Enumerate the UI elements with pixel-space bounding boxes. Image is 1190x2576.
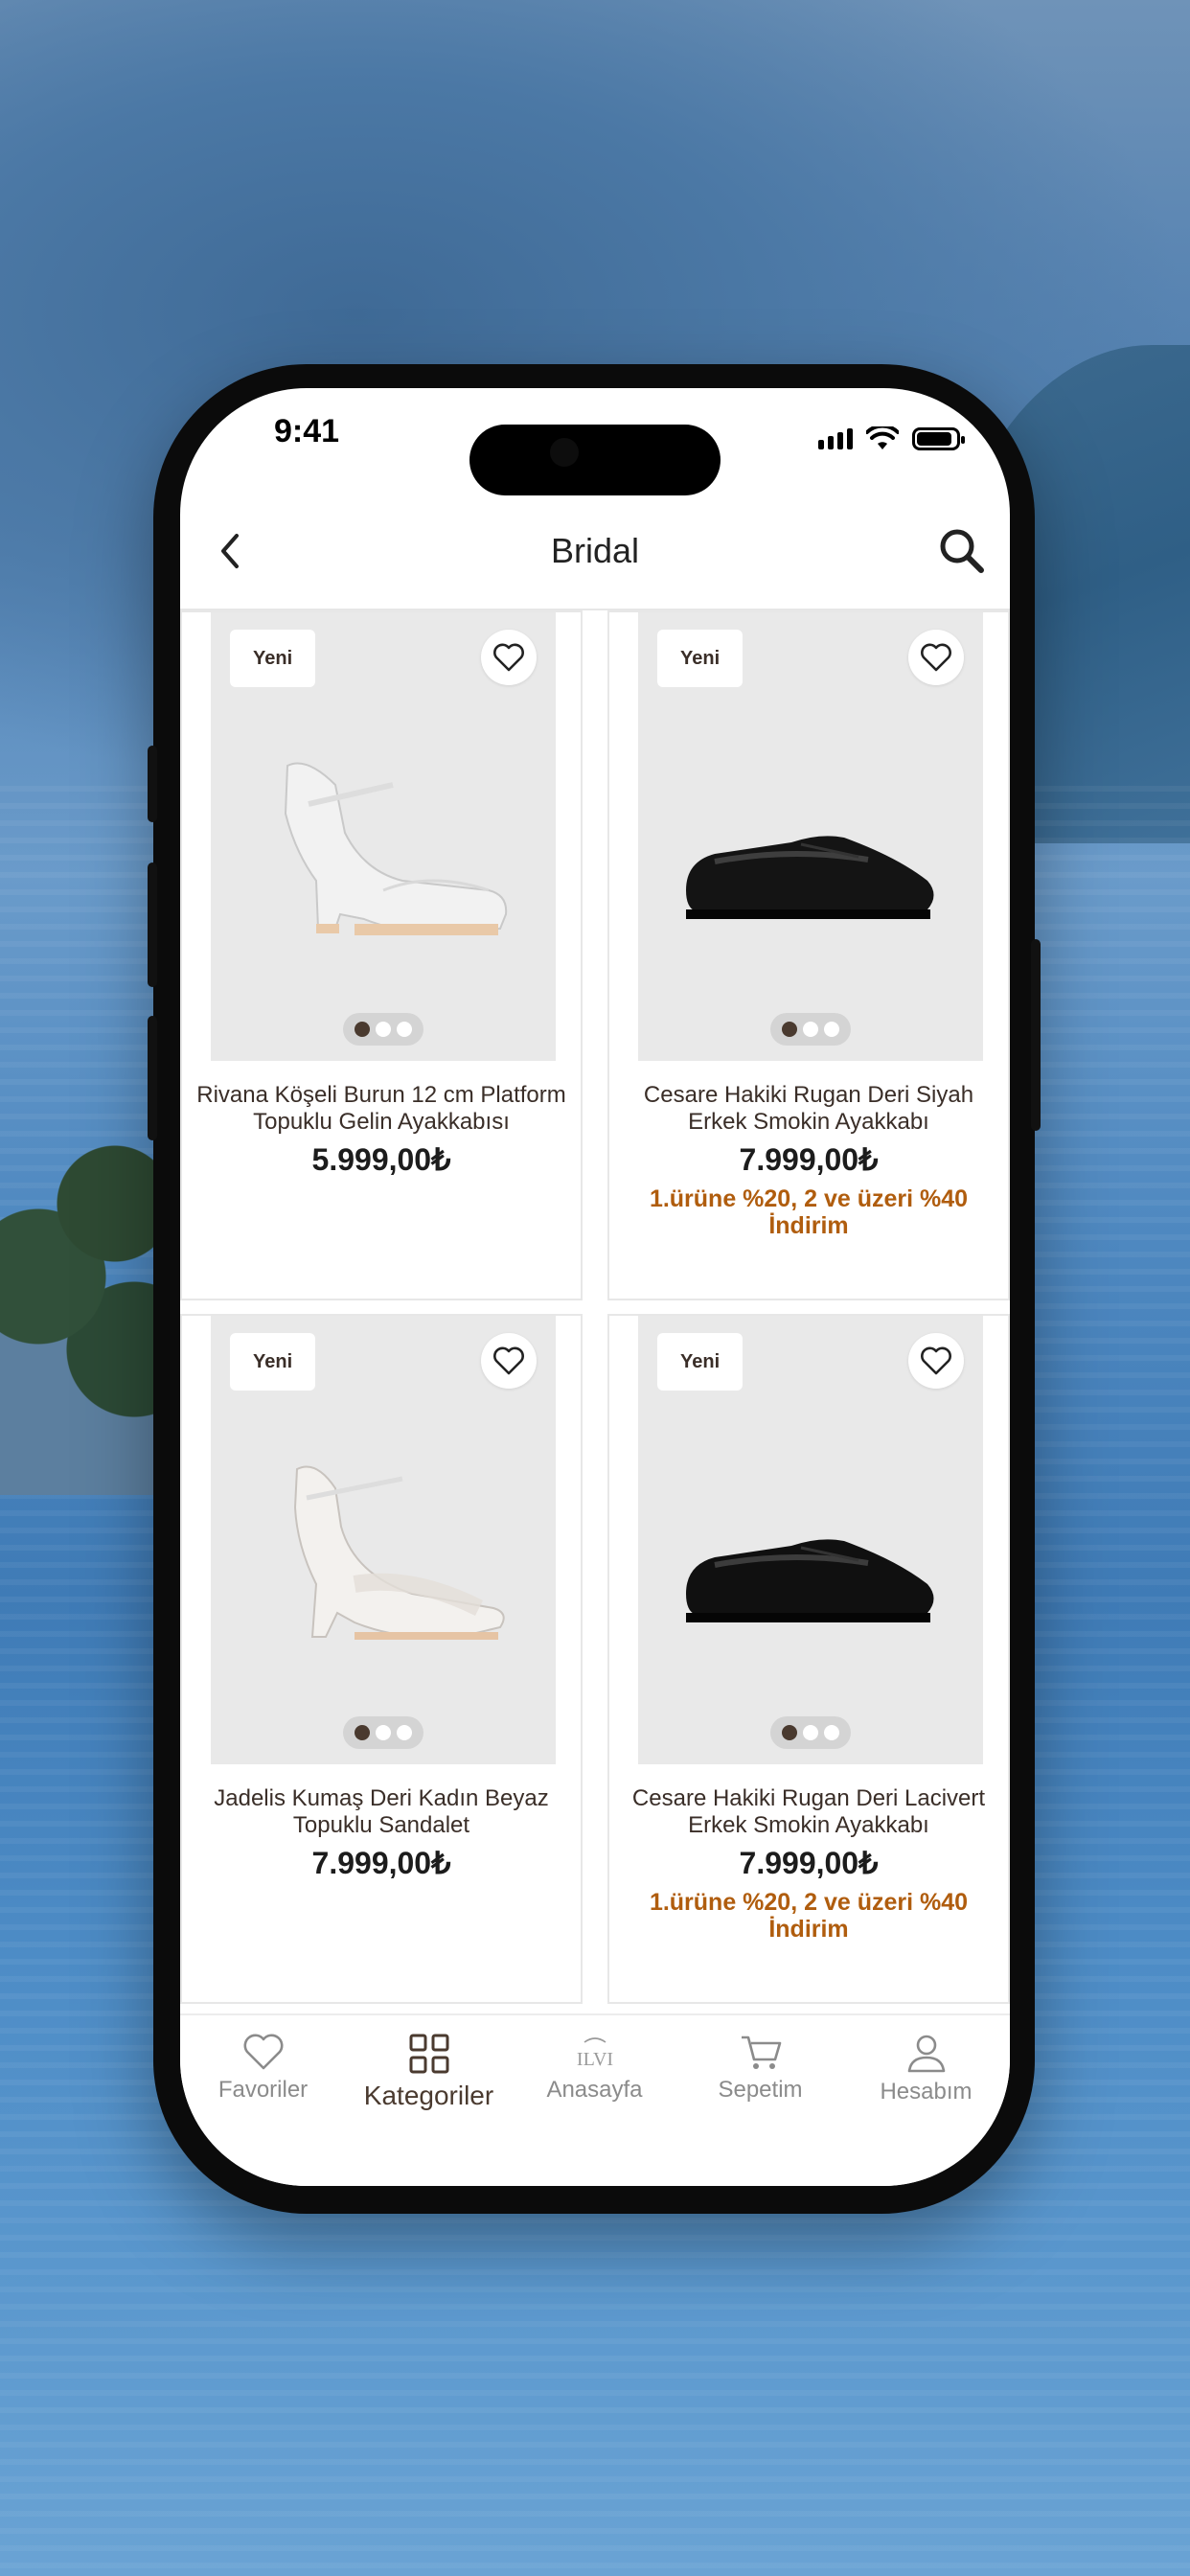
wifi-icon bbox=[866, 426, 899, 449]
action-button bbox=[148, 746, 157, 822]
back-button[interactable] bbox=[203, 524, 257, 578]
tab-label: Hesabım bbox=[880, 2079, 973, 2104]
tab-home[interactable]: ILVI Anasayfa bbox=[512, 2033, 677, 2104]
new-badge: Yeni bbox=[657, 1333, 744, 1391]
signal-icon bbox=[818, 428, 853, 449]
product-card[interactable]: Yeni Jadelis Kumaş Deri Kadın Beyaz Topu… bbox=[180, 1314, 583, 2004]
tab-label: Sepetim bbox=[718, 2077, 803, 2103]
product-image[interactable]: Yeni bbox=[638, 612, 983, 1061]
product-price: 5.999,00₺ bbox=[311, 1142, 451, 1177]
dynamic-island bbox=[469, 425, 721, 495]
tab-account[interactable]: Hesabım bbox=[843, 2033, 1009, 2105]
new-badge: Yeni bbox=[230, 630, 316, 687]
product-price: 7.999,00₺ bbox=[311, 1846, 451, 1880]
status-time: 9:41 bbox=[274, 413, 340, 449]
heart-icon bbox=[493, 643, 524, 672]
product-card[interactable]: Yeni Cesare Hakiki Rugan Deri Siyah Erke… bbox=[607, 610, 1010, 1300]
page-title: Bridal bbox=[550, 531, 640, 570]
image-pager[interactable] bbox=[343, 1716, 423, 1749]
ilvi-logo-icon: ILVI bbox=[576, 2037, 613, 2070]
search-icon bbox=[940, 529, 984, 573]
product-image[interactable]: Yeni bbox=[638, 1316, 983, 1764]
product-promo: 1.ürüne %20, 2 ve üzeri %40 İndirim bbox=[649, 1185, 969, 1239]
heart-icon bbox=[493, 1346, 524, 1375]
search-button[interactable] bbox=[931, 520, 993, 582]
top-bar: Bridal bbox=[180, 494, 1010, 610]
volume-up-button bbox=[148, 862, 157, 987]
user-icon bbox=[907, 2035, 945, 2073]
front-camera bbox=[550, 438, 579, 467]
favorite-button[interactable] bbox=[908, 1333, 964, 1389]
bottom-tab-bar: Favoriler Kategoriler ILVI Anasayfa Sepe… bbox=[180, 2013, 1010, 2186]
product-name[interactable]: Rivana Köşeli Burun 12 cm Platform Topuk… bbox=[182, 1082, 581, 1136]
product-name[interactable]: Cesare Hakiki Rugan Deri Siyah Erkek Smo… bbox=[609, 1082, 1008, 1136]
black-patent-shoe-image bbox=[686, 836, 934, 919]
tab-favorites[interactable]: Favoriler bbox=[180, 2033, 346, 2104]
new-badge: Yeni bbox=[657, 630, 744, 687]
image-pager[interactable] bbox=[343, 1013, 423, 1046]
tab-cart[interactable]: Sepetim bbox=[677, 2033, 843, 2104]
tab-label: Kategoriler bbox=[363, 2081, 494, 2110]
product-price: 7.999,00₺ bbox=[739, 1142, 879, 1177]
power-button bbox=[1031, 939, 1041, 1131]
black-patent-shoe-image bbox=[686, 1539, 934, 1622]
product-image[interactable]: Yeni bbox=[211, 1316, 556, 1764]
heart-icon bbox=[921, 1346, 951, 1375]
tab-label: Favoriler bbox=[217, 2077, 309, 2103]
product-price: 7.999,00₺ bbox=[739, 1846, 879, 1880]
product-image[interactable]: Yeni bbox=[211, 612, 556, 1061]
battery-icon bbox=[912, 427, 965, 450]
product-name[interactable]: Cesare Hakiki Rugan Deri Lacivert Erkek … bbox=[609, 1785, 1008, 1839]
cart-icon bbox=[741, 2036, 781, 2069]
app-screen: 9:41 Bridal Yeni Rivana Köşeli Burun 12 … bbox=[180, 388, 1010, 2186]
favorite-button[interactable] bbox=[481, 630, 537, 685]
heart-icon bbox=[243, 2034, 283, 2070]
chevron-left-icon bbox=[221, 534, 239, 568]
tab-categories[interactable]: Kategoriler bbox=[346, 2033, 512, 2111]
heart-icon bbox=[921, 643, 951, 672]
product-promo: 1.ürüne %20, 2 ve üzeri %40 İndirim bbox=[649, 1889, 969, 1943]
svg-text:ILVI: ILVI bbox=[576, 2049, 612, 2070]
white-platform-sandal-image bbox=[284, 762, 508, 935]
white-lace-heel-image bbox=[293, 1465, 505, 1640]
favorite-button[interactable] bbox=[908, 630, 964, 685]
new-badge: Yeni bbox=[230, 1333, 316, 1391]
product-card[interactable]: Yeni Cesare Hakiki Rugan Deri Lacivert E… bbox=[607, 1314, 1010, 2004]
status-icons bbox=[818, 426, 965, 451]
image-pager[interactable] bbox=[770, 1013, 851, 1046]
favorite-button[interactable] bbox=[481, 1333, 537, 1389]
product-name[interactable]: Jadelis Kumaş Deri Kadın Beyaz Topuklu S… bbox=[182, 1785, 581, 1839]
product-card[interactable]: Yeni Rivana Köşeli Burun 12 cm Platform … bbox=[180, 610, 583, 1300]
volume-down-button bbox=[148, 1016, 157, 1140]
tab-label: Anasayfa bbox=[546, 2077, 643, 2103]
grid-icon bbox=[409, 2034, 448, 2074]
image-pager[interactable] bbox=[770, 1716, 851, 1749]
